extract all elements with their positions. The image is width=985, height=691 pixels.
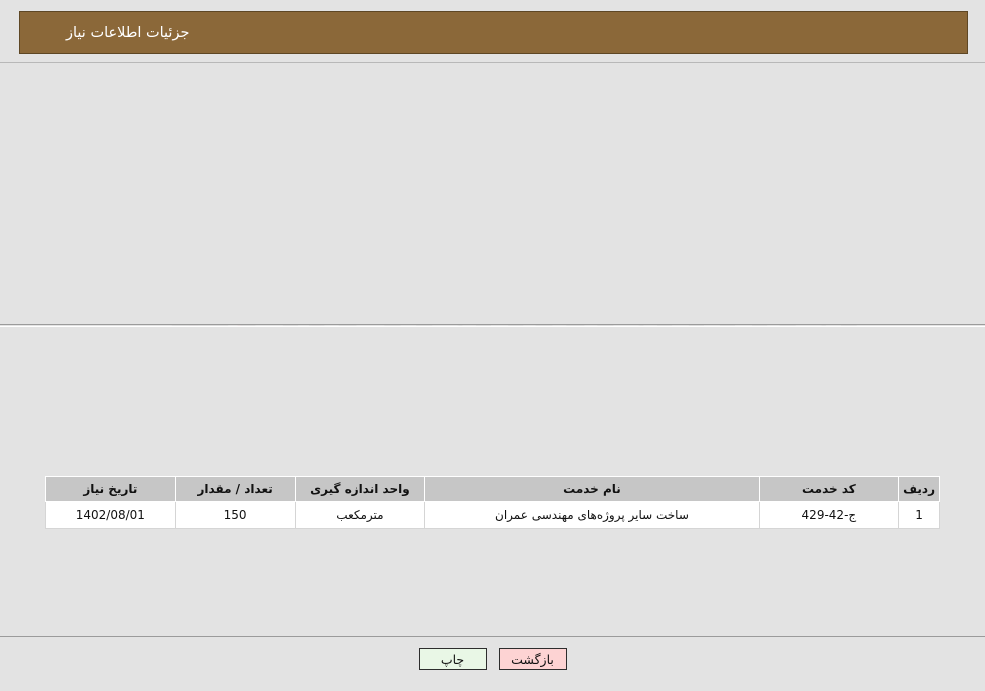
- cell-need-date: 1402/08/01: [45, 501, 176, 529]
- table-header-row: ردیف کد خدمت نام خدمت واحد اندازه گیری ت…: [45, 476, 940, 502]
- services-table: ردیف کد خدمت نام خدمت واحد اندازه گیری ت…: [45, 476, 940, 529]
- back-button[interactable]: بازگشت: [498, 648, 567, 670]
- table-row: 1 ج-42-429 ساخت سایر پروژه‌های مهندسی عم…: [45, 501, 940, 529]
- page-root: AriaTender.net جزئیات اطلاعات نیاز شماره…: [0, 0, 985, 691]
- cell-service-name: ساخت سایر پروژه‌های مهندسی عمران: [424, 501, 760, 529]
- col-row-no: ردیف: [898, 476, 940, 502]
- page-header: جزئیات اطلاعات نیاز: [19, 11, 968, 54]
- need-info-panel: [0, 62, 985, 325]
- col-need-date: تاریخ نیاز: [45, 476, 176, 502]
- cell-unit: مترمکعب: [294, 501, 426, 529]
- cell-row-no: 1: [898, 501, 940, 529]
- col-unit: واحد اندازه گیری: [294, 476, 426, 502]
- page-title: جزئیات اطلاعات نیاز: [66, 24, 190, 41]
- cell-quantity: 150: [174, 501, 296, 529]
- col-quantity: تعداد / مقدار: [174, 476, 296, 502]
- col-service-code: کد خدمت: [758, 476, 900, 502]
- col-service-name: نام خدمت: [424, 476, 760, 502]
- print-button[interactable]: چاپ: [418, 648, 487, 670]
- footer-button-row: بازگشت چاپ: [0, 648, 985, 670]
- cell-service-code: ج-42-429: [758, 501, 900, 529]
